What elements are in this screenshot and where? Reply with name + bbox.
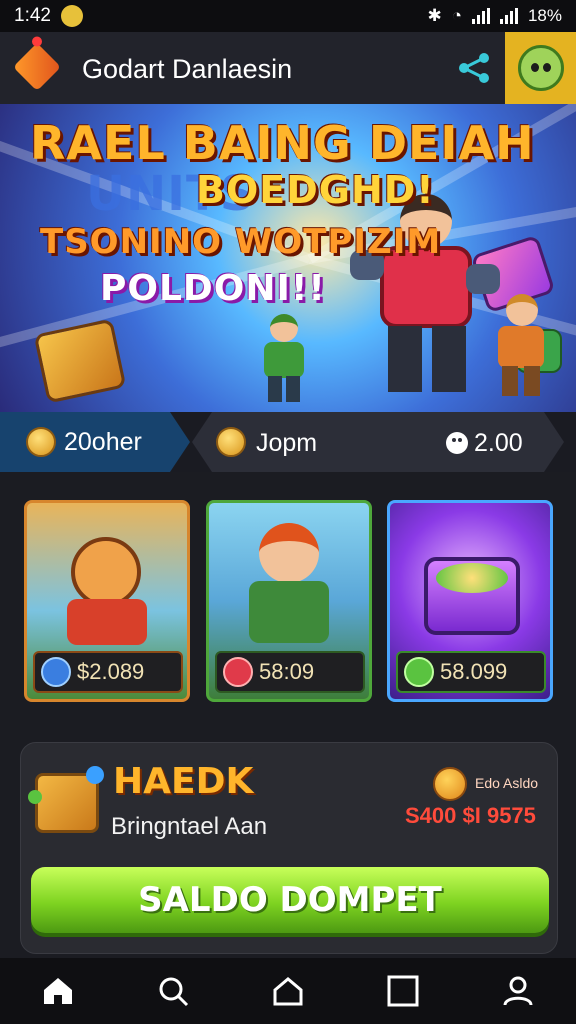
card-price-label: 58.099 bbox=[440, 659, 508, 684]
promo-amount: S400 $I 9575 bbox=[405, 803, 536, 828]
banner-line-3: TSONINO WOTPIZIM bbox=[40, 222, 442, 262]
gift-box-icon bbox=[33, 318, 127, 404]
share-icon[interactable] bbox=[456, 50, 492, 86]
house-icon bbox=[273, 977, 303, 1006]
card-price: 58:09 bbox=[215, 651, 365, 693]
stats-bar: 20oher Jopm 2.00 bbox=[0, 412, 576, 472]
treasure-box-icon bbox=[28, 766, 104, 833]
badge-icon bbox=[41, 657, 71, 687]
stat-time-label: Jopm bbox=[256, 429, 318, 457]
signal-icon bbox=[471, 8, 490, 24]
coin-icon bbox=[433, 767, 467, 801]
card-price-label: 58:09 bbox=[259, 659, 315, 684]
promo-title: HAEDK bbox=[113, 761, 254, 802]
card-price: 58.099 bbox=[396, 651, 546, 693]
status-time: 1:42 bbox=[14, 5, 51, 26]
stat-panel[interactable]: Jopm 2.00 bbox=[192, 412, 564, 472]
profile-icon bbox=[503, 976, 533, 1006]
nav-profile[interactable] bbox=[496, 969, 540, 1013]
promo-small-label: Edo Asldo bbox=[475, 775, 539, 791]
app-header: Godart Danlaesin bbox=[0, 32, 576, 104]
app-title: Godart Danlaesin bbox=[82, 54, 293, 84]
promo-subtitle: Bringntael Aan bbox=[111, 813, 268, 840]
gem-icon bbox=[446, 432, 468, 454]
banner-subheadline: BOEDGHD! bbox=[196, 168, 435, 212]
avatar-button[interactable] bbox=[505, 32, 576, 104]
home-icon bbox=[43, 978, 72, 1004]
stat-coins[interactable]: 20oher bbox=[0, 412, 190, 472]
bottom-nav bbox=[0, 958, 576, 1024]
hero-card-fox[interactable]: $2.089 bbox=[24, 500, 190, 702]
nav-square[interactable] bbox=[381, 969, 425, 1013]
avatar bbox=[517, 45, 564, 91]
hero-banner[interactable]: UNITS RAEL BAING DEIAH BOEDGHD! TSONINO … bbox=[0, 104, 576, 412]
status-bar: 1:42 ✱ ◔ 18% bbox=[0, 0, 576, 32]
app-logo-icon bbox=[12, 42, 62, 92]
card-price-label: $2.089 bbox=[77, 659, 145, 684]
nav-search[interactable] bbox=[151, 969, 195, 1013]
promo-panel: HAEDK Bringntael Aan Edo Asldo S400 $I 9… bbox=[20, 742, 558, 954]
card-price: $2.089 bbox=[33, 651, 183, 693]
badge-icon bbox=[223, 657, 253, 687]
bluetooth-icon: ✱ bbox=[427, 6, 442, 25]
sidekick-character bbox=[254, 314, 314, 404]
saldo-dompet-button[interactable]: SALDO DOMPET bbox=[31, 867, 549, 933]
ally-character bbox=[486, 294, 556, 404]
nav-home[interactable] bbox=[36, 969, 80, 1013]
search-icon bbox=[159, 977, 188, 1007]
hero-card-chest[interactable]: 58.099 bbox=[387, 500, 553, 702]
signal-icon-2 bbox=[499, 8, 518, 24]
hero-card-soldier[interactable]: 58:09 bbox=[206, 500, 372, 702]
badge-icon bbox=[404, 657, 434, 687]
banner-headline: RAEL BAING DEIAH bbox=[30, 116, 535, 170]
stat-coins-label: 20oher bbox=[64, 427, 142, 456]
battery-level: 18% bbox=[527, 6, 562, 25]
square-icon bbox=[387, 975, 419, 1007]
coin-icon bbox=[26, 427, 56, 457]
notification-icon bbox=[60, 5, 83, 27]
coin-icon bbox=[216, 427, 246, 457]
nav-house[interactable] bbox=[266, 969, 310, 1013]
wifi-icon: ◔ bbox=[451, 6, 462, 25]
banner-line-4: POLDONI!! bbox=[100, 268, 326, 309]
stat-gems-label: 2.00 bbox=[474, 429, 523, 457]
